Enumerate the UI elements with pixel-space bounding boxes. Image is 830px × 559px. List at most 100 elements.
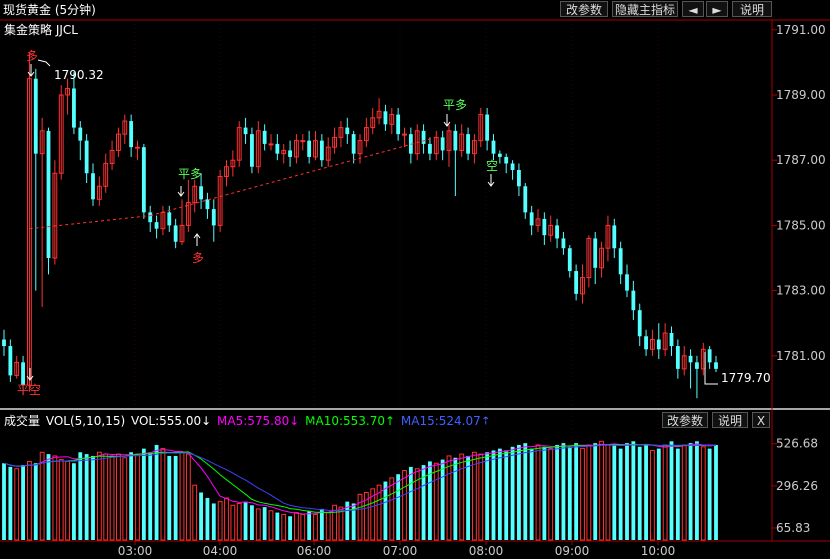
candle-body xyxy=(459,133,465,151)
volume-bar xyxy=(714,444,718,540)
candle-body xyxy=(612,225,617,249)
candle-body xyxy=(567,248,572,272)
volume-bar xyxy=(631,441,636,540)
volume-bar xyxy=(243,501,248,540)
candlestick-series xyxy=(2,52,718,399)
volume-bar xyxy=(58,459,64,541)
volume-bar xyxy=(325,512,331,541)
candle-body xyxy=(129,121,134,148)
volume-edit-params-button[interactable]: 改参数 xyxy=(662,412,708,428)
volume-bar xyxy=(230,504,236,541)
ma15-value: MA15:524.07↑ xyxy=(400,414,491,428)
candle-body xyxy=(236,127,242,161)
volume-bar xyxy=(644,444,648,540)
candle-body xyxy=(618,248,623,275)
volume-bar xyxy=(593,443,598,540)
candle-body xyxy=(199,186,203,200)
price-tick-label: 1785.00 xyxy=(776,218,826,232)
help-button[interactable]: 说明 xyxy=(732,1,772,17)
candle-body xyxy=(332,136,337,148)
candle-body xyxy=(440,137,445,151)
scroll-left-button[interactable]: ◄ xyxy=(682,1,704,17)
volume-bar xyxy=(211,503,216,540)
volume-bar xyxy=(236,502,242,541)
candle-body xyxy=(154,222,159,229)
candle-body xyxy=(548,224,554,236)
volume-help-button[interactable]: 说明 xyxy=(712,412,748,428)
candle-body xyxy=(288,150,292,157)
volume-bar xyxy=(625,443,629,540)
price-tick-label: 1781.00 xyxy=(776,349,826,363)
candle-body xyxy=(396,114,401,135)
candle-body xyxy=(650,339,655,350)
x-tick-label: 04:00 xyxy=(203,544,238,558)
candle-body xyxy=(275,143,280,154)
signal-short: 空 xyxy=(486,159,498,173)
signal-long-2-arrow-head xyxy=(193,233,201,239)
volume-bar xyxy=(650,449,655,541)
volume-bars xyxy=(2,440,718,541)
volume-bar xyxy=(542,446,547,540)
candle-body xyxy=(217,176,223,226)
signal-long-1-arrow-head xyxy=(27,71,35,77)
candle-body xyxy=(625,274,629,291)
signal-close-long-1-arrow-head xyxy=(177,191,185,197)
volume-bar xyxy=(84,454,89,540)
signal-long-1: 多 xyxy=(26,49,38,63)
volume-bar xyxy=(491,450,496,540)
ma15-line xyxy=(3,444,717,512)
candle-body xyxy=(58,94,64,174)
candle-body xyxy=(593,238,598,268)
candle-body xyxy=(307,140,312,157)
candle-body xyxy=(148,212,153,223)
volume-bar xyxy=(414,468,420,541)
candle-body xyxy=(580,277,585,295)
volume-bar xyxy=(363,491,369,541)
volume-bar xyxy=(605,444,611,541)
candle-body xyxy=(510,163,515,170)
volume-bar xyxy=(574,443,579,540)
high-pointer xyxy=(37,59,51,67)
candle-body xyxy=(555,225,559,239)
volume-bar xyxy=(700,446,706,541)
volume-bar xyxy=(345,501,350,540)
candle-body xyxy=(255,130,261,168)
candle-body xyxy=(637,310,642,337)
low-price-label: 1779.70 xyxy=(721,371,771,385)
volume-bar xyxy=(567,446,572,540)
candle-body xyxy=(491,140,496,154)
candle-body xyxy=(319,140,324,161)
candle-body xyxy=(662,332,668,350)
volume-bar xyxy=(281,513,287,541)
candle-body xyxy=(478,114,484,142)
volume-bar xyxy=(27,460,32,541)
volume-bar xyxy=(453,457,458,540)
scroll-right-button[interactable]: ► xyxy=(706,1,728,17)
volume-bar xyxy=(185,453,191,541)
volume-bar xyxy=(313,513,318,541)
axes: 1791.00 1789.00 1787.00 1785.00 1783.00 1781.… xyxy=(0,19,830,558)
edit-params-button[interactable]: 改参数 xyxy=(560,1,608,17)
volume-close-button[interactable]: X xyxy=(752,412,770,428)
volume-bar xyxy=(396,474,401,540)
volume-bar xyxy=(478,453,484,541)
volume-bar xyxy=(46,454,51,540)
x-tick-label: 10:00 xyxy=(641,544,676,558)
volume-header: 成交量 VOL(5,10,15) VOL:555.00↓ MA5:575.80↓… xyxy=(4,412,493,429)
candle-body xyxy=(695,362,699,369)
price-tick-label: 1787.00 xyxy=(776,153,826,167)
high-price-label: 1790.32 xyxy=(54,68,104,82)
volume-bar xyxy=(599,440,604,541)
ma5-value: MA5:575.80↓ xyxy=(217,414,300,428)
volume-bar xyxy=(21,465,25,540)
volume-bar xyxy=(504,450,509,540)
volume-bar xyxy=(695,441,699,540)
candle-body xyxy=(402,133,407,136)
chart-title: 现货黄金 (5分钟) xyxy=(3,3,96,17)
volume-bar xyxy=(78,452,83,540)
volume-bar xyxy=(433,462,439,541)
x-tick-label: 07:00 xyxy=(383,544,418,558)
hide-main-indicator-button[interactable]: 隐藏主指标 xyxy=(612,1,678,17)
volume-bar xyxy=(167,455,172,540)
volume-bar xyxy=(65,460,70,541)
